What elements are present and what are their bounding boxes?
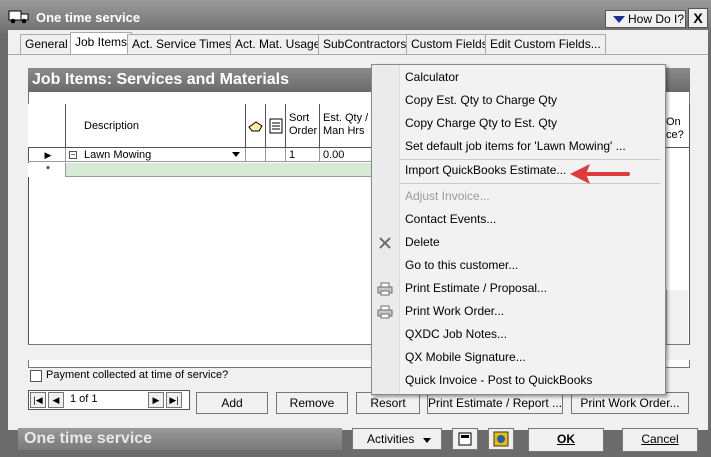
payment-collected-checkbox[interactable] (30, 370, 42, 382)
grid-scrollbar[interactable] (666, 290, 688, 344)
resort-button[interactable]: Resort (356, 392, 420, 414)
quickbooks-button[interactable] (488, 428, 514, 450)
first-record-button[interactable]: |◀ (30, 392, 46, 408)
col-on-service[interactable]: On ce? (664, 104, 690, 148)
row-notes[interactable] (266, 148, 286, 162)
payment-collected-label: Payment collected at time of service? (46, 369, 229, 381)
row-header-column (28, 104, 66, 148)
annotation-arrow-icon (570, 164, 630, 184)
row-sort[interactable]: 1 (286, 148, 320, 162)
next-record-button[interactable]: ▶ (148, 392, 164, 408)
menu-item-print-work-order[interactable]: Print Work Order... (405, 300, 504, 323)
remove-button[interactable]: Remove (276, 392, 348, 414)
row-flag[interactable] (246, 148, 266, 162)
printer-icon (377, 282, 393, 296)
tab-act-service-times[interactable]: Act. Service Times (127, 34, 237, 54)
tab-job-items[interactable]: Job Items (70, 32, 133, 54)
last-record-button[interactable]: ▶| (166, 392, 182, 408)
tab-act-mat-usage[interactable]: Act. Mat. Usage (230, 34, 326, 54)
tab-edit-custom-fields[interactable]: Edit Custom Fields... (485, 34, 606, 54)
delete-x-icon (379, 237, 391, 249)
printer-icon (377, 305, 393, 319)
window-title: One time service (36, 10, 141, 25)
record-counter: 1 of 1 (70, 393, 98, 405)
menu-item-set-default-job-items[interactable]: Set default job items for 'Lawn Mowing' … (405, 135, 626, 158)
prev-record-button[interactable]: ◀ (48, 392, 64, 408)
menu-item-contact-events[interactable]: Contact Events... (405, 208, 496, 231)
status-title: One time service (18, 428, 342, 450)
print-work-order-button[interactable]: Print Work Order... (571, 392, 689, 414)
collapse-icon[interactable]: − (69, 151, 77, 159)
col-description[interactable]: Description (66, 104, 246, 148)
chevron-down-icon (423, 438, 431, 443)
tab-divider (8, 54, 708, 55)
current-row-marker: ▶ (28, 148, 66, 162)
dropdown-triangle-icon (613, 16, 625, 23)
tab-general[interactable]: General (20, 34, 73, 54)
dropdown-arrow-icon[interactable] (232, 152, 240, 157)
menu-item-qx-mobile-signature[interactable]: QX Mobile Signature... (405, 346, 526, 369)
calculator-icon (458, 432, 472, 446)
new-row-marker: * (28, 163, 66, 177)
new-row[interactable] (28, 163, 372, 177)
menu-item-adjust-invoice: Adjust Invoice... (405, 189, 490, 203)
menu-item-quick-invoice[interactable]: Quick Invoice - Post to QuickBooks (405, 369, 592, 392)
menu-item-copy-charge-to-est[interactable]: Copy Charge Qty to Est. Qty (405, 112, 557, 135)
how-do-i-label: How Do I? (628, 12, 685, 26)
col-est-qty[interactable]: Est. Qty / Man Hrs (320, 104, 372, 148)
col-sort-order[interactable]: Sort Order (286, 104, 320, 148)
calculator-button[interactable] (452, 428, 478, 450)
tab-subcontractors[interactable]: SubContractors (318, 34, 412, 54)
how-do-i-button[interactable]: How Do I? (605, 10, 686, 28)
menu-item-qxdc-job-notes[interactable]: QXDC Job Notes... (405, 323, 507, 346)
close-button[interactable]: X (688, 8, 708, 28)
cancel-button[interactable]: Cancel (622, 428, 698, 452)
row-description[interactable]: Lawn Mowing (66, 148, 246, 162)
menu-item-calculator[interactable]: Calculator (405, 66, 459, 89)
col-notes[interactable] (266, 104, 286, 148)
tab-custom-fields[interactable]: Custom Fields (406, 34, 493, 54)
quickbooks-icon (493, 431, 509, 447)
activities-label: Activities (367, 432, 415, 446)
menu-item-go-to-customer[interactable]: Go to this customer... (405, 254, 518, 277)
col-flag[interactable] (246, 104, 266, 148)
menu-item-copy-est-to-charge[interactable]: Copy Est. Qty to Charge Qty (405, 89, 557, 112)
row-est-qty[interactable]: 0.00 (320, 148, 372, 162)
ok-button[interactable]: OK (528, 428, 604, 452)
menu-item-delete[interactable]: Delete (405, 231, 440, 254)
menu-item-print-estimate-proposal[interactable]: Print Estimate / Proposal... (405, 277, 547, 300)
truck-icon (8, 10, 29, 24)
menu-icon-gutter (372, 65, 400, 394)
add-button[interactable]: Add (196, 392, 268, 414)
activities-dropdown[interactable]: Activities (352, 428, 442, 450)
notes-icon (269, 118, 283, 134)
hand-icon (248, 121, 263, 132)
print-estimate-button[interactable]: Print Estimate / Report ... (427, 392, 563, 414)
menu-item-import-qb-estimate[interactable]: Import QuickBooks Estimate... (405, 159, 566, 182)
